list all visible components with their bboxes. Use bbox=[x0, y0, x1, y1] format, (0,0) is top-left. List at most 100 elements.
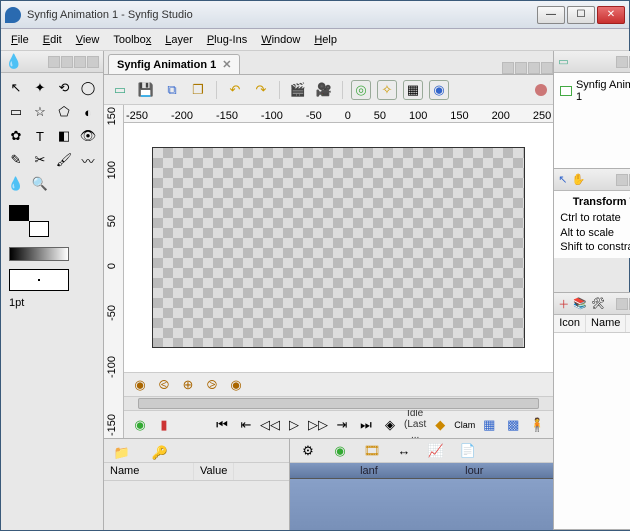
transform-tool-icon[interactable]: ↖ bbox=[5, 77, 27, 99]
fg-color-swatch[interactable] bbox=[9, 205, 29, 221]
params-col-name[interactable]: Name bbox=[104, 463, 194, 480]
text-tool-icon[interactable]: T bbox=[29, 125, 51, 147]
minimize-button[interactable]: — bbox=[537, 6, 565, 24]
seek-next-icon[interactable]: ▷▷ bbox=[308, 415, 328, 435]
canvas-checker bbox=[152, 147, 525, 348]
quality-low-icon[interactable]: ▦ bbox=[479, 415, 499, 435]
tab-close-icon[interactable]: ✕ bbox=[222, 58, 231, 71]
timeline-track[interactable] bbox=[290, 479, 553, 530]
close-button[interactable]: ✕ bbox=[597, 6, 625, 24]
menu-toolbox[interactable]: Toolbox bbox=[107, 32, 157, 48]
quality-high-icon[interactable]: ▩ bbox=[503, 415, 523, 435]
render-icon[interactable]: 🎬 bbox=[288, 80, 308, 100]
color-swatches[interactable] bbox=[9, 205, 49, 237]
pencil-tool-icon[interactable]: ✎ bbox=[5, 149, 27, 171]
man-icon[interactable]: 🧍 bbox=[527, 415, 547, 435]
clamp-icon[interactable]: ◆ bbox=[430, 415, 450, 435]
loop-icon[interactable]: ◈ bbox=[380, 415, 400, 435]
maximize-button[interactable]: ☐ bbox=[567, 6, 595, 24]
cutout-tool-icon[interactable]: ✂ bbox=[29, 149, 51, 171]
menu-window[interactable]: Window bbox=[255, 32, 306, 48]
tl-tab-dot-icon[interactable]: ◉ bbox=[330, 441, 350, 461]
timeline-ruler[interactable]: lanflour bbox=[290, 463, 553, 479]
layers-list[interactable] bbox=[554, 333, 630, 529]
nav-header[interactable]: ▭ bbox=[554, 51, 630, 73]
layers-header[interactable]: ＋ 📚 🛠 bbox=[554, 293, 630, 315]
menu-layer[interactable]: Layer bbox=[159, 32, 199, 48]
keyframe-add-icon[interactable]: ⊕ bbox=[178, 375, 198, 395]
brush-preview[interactable] bbox=[9, 269, 69, 291]
saveall-icon[interactable]: ⧉ bbox=[162, 80, 182, 100]
circle-tool-icon[interactable]: ◯ bbox=[77, 77, 99, 99]
axis-icon[interactable]: ✧ bbox=[377, 80, 397, 100]
seek-prevk-icon[interactable]: ⇤ bbox=[236, 415, 256, 435]
bg-color-swatch[interactable] bbox=[29, 221, 49, 237]
hints-header[interactable]: ↖ ✋ bbox=[554, 169, 630, 191]
play-icon[interactable]: ▷ bbox=[284, 415, 304, 435]
params-tab-icon[interactable]: 📁 bbox=[112, 443, 132, 463]
arrow-tool-icon: ↖ bbox=[558, 173, 567, 186]
tl-tab-gear-icon[interactable]: ⚙ bbox=[298, 441, 318, 461]
keyframe-first-icon[interactable]: ◉ bbox=[130, 375, 150, 395]
document-tab[interactable]: Synfig Animation 1 ✕ bbox=[108, 54, 240, 74]
titlebar[interactable]: Synfig Animation 1 - Synfig Studio — ☐ ✕ bbox=[1, 1, 629, 29]
keyframe-next-icon[interactable]: ⧁ bbox=[202, 375, 222, 395]
tl-tab-anim-icon[interactable]: 🎞 bbox=[362, 441, 382, 461]
stop-icon[interactable]: ▮ bbox=[154, 415, 174, 435]
library-tab-icon[interactable]: 🔑 bbox=[150, 443, 170, 463]
layers-col-name[interactable]: Name bbox=[586, 315, 626, 332]
eyedrop-tool-icon[interactable]: 👁 bbox=[77, 125, 99, 147]
layers-lib-icon[interactable]: 📚 bbox=[573, 297, 587, 310]
width-tool-icon[interactable]: 〰 bbox=[77, 149, 99, 171]
mode-icon[interactable]: ◉ bbox=[130, 415, 150, 435]
layers-add-icon[interactable]: ＋ bbox=[558, 296, 569, 312]
horizontal-scrollbar[interactable] bbox=[124, 396, 553, 410]
mirror-tool-icon[interactable]: ⟲ bbox=[53, 77, 75, 99]
grid-icon[interactable]: ▦ bbox=[403, 80, 423, 100]
keyframe-prev-icon[interactable]: ⧀ bbox=[154, 375, 174, 395]
snap-icon[interactable]: ◉ bbox=[429, 80, 449, 100]
onion-icon[interactable]: ◎ bbox=[351, 80, 371, 100]
menubar: File Edit View Toolbox Layer Plug-Ins Wi… bbox=[1, 29, 629, 51]
redo-icon[interactable]: ↷ bbox=[251, 80, 271, 100]
seek-last-icon[interactable]: ⏭ bbox=[356, 415, 376, 435]
toolbox-header[interactable]: 💧 bbox=[1, 51, 103, 73]
smooth-move-tool-icon[interactable]: ✦ bbox=[29, 77, 51, 99]
record-icon[interactable] bbox=[535, 84, 547, 96]
menu-file[interactable]: File bbox=[5, 32, 35, 48]
star-tool-icon[interactable]: ☆ bbox=[29, 101, 51, 123]
seek-prev-icon[interactable]: ◁◁ bbox=[260, 415, 280, 435]
tl-tab-doc-icon[interactable]: 📄 bbox=[458, 441, 478, 461]
menu-plugins[interactable]: Plug-Ins bbox=[201, 32, 253, 48]
dropper-tool-icon[interactable]: 💧 bbox=[5, 173, 27, 195]
layers-tools-icon[interactable]: 🛠 bbox=[591, 297, 605, 310]
seek-first-icon[interactable]: ⏮ bbox=[212, 415, 232, 435]
menu-edit[interactable]: Edit bbox=[37, 32, 68, 48]
zoom-tool-icon[interactable]: 🔍 bbox=[29, 173, 51, 195]
gradient-tool-icon[interactable]: ◐ bbox=[77, 101, 99, 123]
keyframe-last-icon[interactable]: ◉ bbox=[226, 375, 246, 395]
menu-view[interactable]: View bbox=[70, 32, 106, 48]
plant-tool-icon[interactable]: ✿ bbox=[5, 125, 27, 147]
gradient-swatch[interactable] bbox=[9, 247, 69, 261]
app-icon bbox=[5, 7, 21, 23]
clamp-label: Clam bbox=[454, 420, 475, 430]
canvas-viewport[interactable] bbox=[124, 123, 553, 372]
tl-tab-arrows-icon[interactable]: ↔ bbox=[394, 441, 414, 461]
params-col-value[interactable]: Value bbox=[194, 463, 234, 480]
fill-tool-icon[interactable]: ◧ bbox=[53, 125, 75, 147]
duplicate-icon[interactable]: ❐ bbox=[188, 80, 208, 100]
menu-help[interactable]: Help bbox=[308, 32, 343, 48]
new-icon[interactable]: ▭ bbox=[110, 80, 130, 100]
rectangle-tool-icon[interactable]: ▭ bbox=[5, 101, 27, 123]
undo-icon[interactable]: ↶ bbox=[225, 80, 245, 100]
layers-col-icon[interactable]: Icon bbox=[554, 315, 586, 332]
save-icon[interactable]: 💾 bbox=[136, 80, 156, 100]
polygon-tool-icon[interactable]: ⬠ bbox=[53, 101, 75, 123]
seek-nextk-icon[interactable]: ⇥ bbox=[332, 415, 352, 435]
layers-col-z[interactable]: Z Depth bbox=[626, 315, 630, 332]
preview-icon[interactable]: 🎥 bbox=[314, 80, 334, 100]
nav-item[interactable]: Synfig Animation 1 bbox=[558, 77, 630, 105]
brush-tool-icon[interactable]: 🖌 bbox=[53, 149, 75, 171]
tl-tab-graph-icon[interactable]: 📈 bbox=[426, 441, 446, 461]
